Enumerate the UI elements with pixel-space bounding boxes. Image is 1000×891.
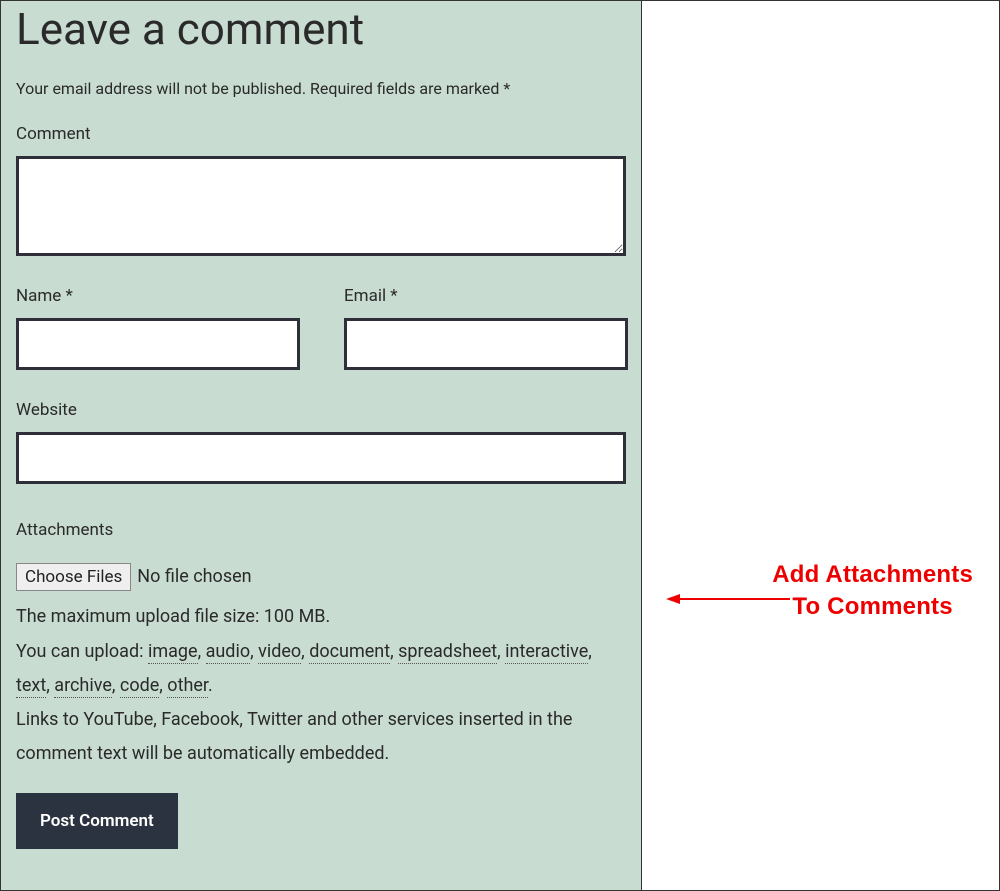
page-title: Leave a comment <box>16 3 626 55</box>
attachments-label: Attachments <box>16 514 626 546</box>
upload-prefix: You can upload: <box>16 641 148 662</box>
name-input[interactable] <box>16 318 300 370</box>
name-label: Name * <box>16 286 300 306</box>
attachments-section: Attachments Choose Files No file chosen … <box>16 514 626 771</box>
type-interactive: interactive <box>505 641 588 664</box>
email-label: Email * <box>344 286 628 306</box>
max-size-text: The maximum upload file size: 100 MB. <box>16 600 626 634</box>
website-input[interactable] <box>16 432 626 484</box>
email-input[interactable] <box>344 318 628 370</box>
type-code: code <box>120 675 159 698</box>
embed-links-text: Links to YouTube, Facebook, Twitter and … <box>16 703 626 771</box>
type-document: document <box>309 641 390 664</box>
type-text: text <box>16 675 46 698</box>
annotation-line2: To Comments <box>792 593 952 620</box>
annotation-panel: Add Attachments To Comments <box>642 1 999 890</box>
type-video: video <box>258 641 301 664</box>
type-archive: archive <box>54 675 112 698</box>
annotation-text: Add Attachments To Comments <box>772 559 973 624</box>
required-notice: Your email address will not be published… <box>16 79 626 98</box>
type-spreadsheet: spreadsheet <box>398 641 497 664</box>
upload-types-text: You can upload: image, audio, video, doc… <box>16 635 626 703</box>
comment-form-panel: Leave a comment Your email address will … <box>1 1 642 890</box>
website-label: Website <box>16 400 626 420</box>
file-status: No file chosen <box>137 560 251 594</box>
annotation-line1: Add Attachments <box>772 561 973 588</box>
comment-textarea[interactable] <box>16 156 626 256</box>
comment-label: Comment <box>16 124 626 144</box>
type-other: other <box>167 675 208 698</box>
type-audio: audio <box>206 641 251 664</box>
choose-files-button[interactable]: Choose Files <box>16 563 131 591</box>
type-image: image <box>148 641 198 664</box>
post-comment-button[interactable]: Post Comment <box>16 793 178 849</box>
